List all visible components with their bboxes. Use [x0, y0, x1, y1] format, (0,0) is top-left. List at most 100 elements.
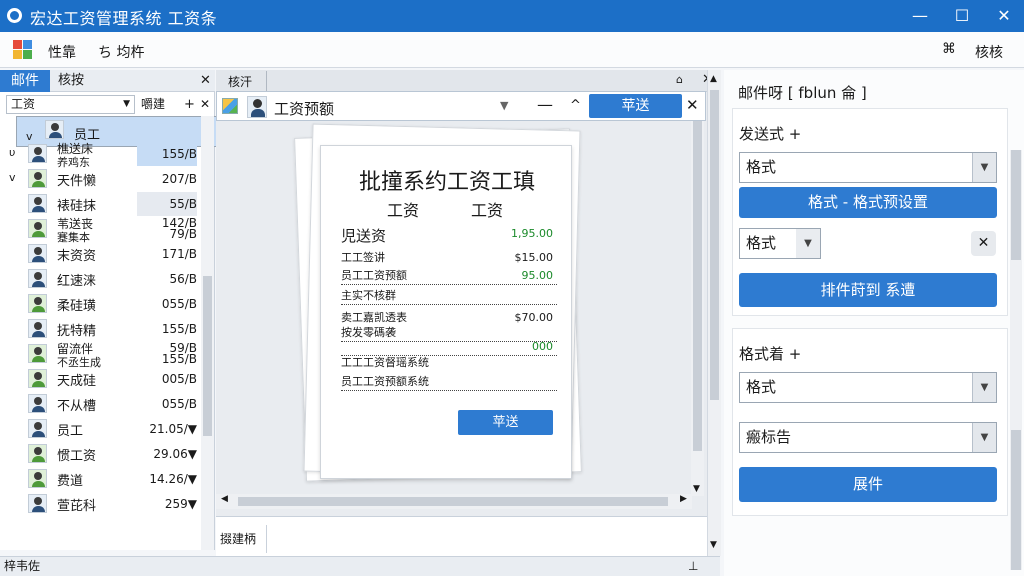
clear-filter-icon[interactable]: ✕ [200, 95, 210, 114]
employee-name: 柔硅璜 [57, 299, 97, 314]
tab-mail[interactable]: 邮件 [0, 70, 50, 92]
mail-size: 155/B [161, 147, 197, 161]
avatar [28, 369, 47, 388]
add-icon[interactable]: + [184, 95, 195, 114]
payslip-send-button[interactable]: 苹送 [458, 410, 553, 435]
avatar [28, 494, 47, 513]
scroll-thumb[interactable] [1011, 150, 1021, 260]
format-small-select[interactable]: 格式 ▼ [739, 228, 821, 259]
minimize-button[interactable]: — [898, 0, 942, 32]
list-item[interactable]: 不从槽 055/B [0, 391, 200, 417]
app-menu-icon[interactable] [13, 40, 33, 60]
scroll-down-icon[interactable]: ▼ [710, 540, 717, 550]
scroll-right-icon[interactable]: ▶ [680, 494, 687, 504]
mail-size: 171/B [161, 247, 197, 261]
send-button[interactable]: 苹送 [589, 94, 682, 118]
send-settings-panel: 邮件呀 [ fblun 侖 ] 发送式 + 格式 ▼ 格式 - 格式预设置 格式… [724, 70, 1024, 576]
payslip-line-label: 员工工资预额系统 [341, 375, 429, 388]
employee-name: 萱芘科 [57, 499, 97, 514]
list-item[interactable]: υ 樵送床 养鸡东 155/B [0, 141, 200, 169]
avatar [28, 194, 47, 213]
scroll-up-icon[interactable]: ▲ [710, 74, 717, 84]
panel-scrollbar[interactable] [1010, 150, 1022, 570]
preview-title: 工资预额 [274, 100, 335, 118]
send-mode-select[interactable]: 格式 ▼ [739, 152, 997, 183]
user-icon[interactable]: ⌘ [942, 41, 956, 57]
dotted-divider [341, 390, 557, 391]
close-window-button[interactable]: ✕ [982, 0, 1024, 32]
dropdown-icon[interactable]: ▼ [500, 99, 508, 112]
avatar [28, 469, 47, 488]
avatar [28, 294, 47, 313]
format-small-value: 格式 [746, 234, 777, 252]
pin-icon[interactable]: ⌂ [676, 73, 683, 86]
list-item[interactable]: 惯工资 29.06▼ [0, 441, 200, 467]
preview-area: 核汗 ⌂ ✕ 工资预额 ▼ — ^ 苹送 ✕ 批撞系约工资工瑱 工资 工资 児送… [216, 70, 721, 556]
window-title: 宏达工资管理系统 工资条 [30, 9, 218, 28]
payslip-line-label: 工工签讲 [341, 251, 385, 264]
filter-select[interactable]: 工资 ▼ [6, 95, 135, 114]
notice-select[interactable]: 瘢标告 ▼ [739, 422, 997, 453]
list-item[interactable]: 末资资 171/B [0, 241, 200, 267]
format-value: 格式 [746, 378, 777, 396]
close-pane-icon[interactable]: ✕ [200, 70, 211, 92]
list-item[interactable]: 苇送丧 蹇集本 142/B 79/B [0, 216, 200, 244]
mail-size: 21.05/▼ [149, 422, 197, 436]
list-item[interactable]: 员工 21.05/▼ [0, 416, 200, 442]
pin-icon[interactable]: ⊥ [688, 557, 698, 576]
maximize-button[interactable]: ☐ [940, 0, 984, 32]
format-select[interactable]: 格式 ▼ [739, 372, 997, 403]
expand-chevron-icon[interactable]: v [9, 171, 16, 184]
avatar [28, 244, 47, 263]
expand-button[interactable]: 展件 [739, 467, 997, 502]
preview-vscroll[interactable]: ▼ [691, 121, 704, 496]
format-preset-button[interactable]: 格式 - 格式预设置 [739, 187, 997, 218]
mail-size: 005/B [161, 372, 197, 386]
list-item[interactable]: 抚特精 155/B [0, 316, 200, 342]
panel-title: 邮件呀 [ fblun 侖 ] [738, 84, 867, 102]
scroll-thumb[interactable] [693, 121, 702, 451]
payslip-subtitle-a: 工资 [387, 201, 420, 220]
list-item[interactable]: 萱芘科 259▼ [0, 491, 200, 517]
avatar [28, 344, 47, 363]
employee-name: 不从槽 [57, 399, 97, 414]
mail-size: 55/B [169, 197, 197, 211]
app-window: 宏达工资管理系统 工资条 — ☐ ✕ 性靠 ち 均杵 ⌘ 核核 邮件 核按 ✕ … [0, 0, 1024, 576]
center-right-scrollbar[interactable]: ▲ ▼ [707, 70, 721, 556]
scroll-left-icon[interactable]: ◀ [221, 494, 228, 504]
list-item[interactable]: 留流伴 不丞生成 59/B 155/B [0, 341, 200, 369]
tab-preview[interactable]: 核汗 [228, 71, 268, 91]
avatar [28, 144, 47, 163]
list-item[interactable]: 费道 14.26/▼ [0, 466, 200, 492]
scroll-thumb[interactable] [710, 90, 719, 400]
list-item[interactable]: 裱硅抹 55/B [0, 191, 200, 217]
scroll-thumb[interactable] [238, 497, 668, 506]
menu-item-right[interactable]: 核核 [975, 42, 1003, 62]
expand-chevron-icon[interactable]: υ [9, 146, 15, 159]
scroll-thumb[interactable] [203, 276, 212, 436]
tab-check[interactable]: 核按 [58, 70, 84, 92]
collapse-icon[interactable]: ^ [570, 98, 581, 113]
left-scrollbar[interactable] [201, 116, 214, 550]
list-item[interactable]: v 天件懒 207/B [0, 166, 200, 192]
list-item[interactable]: 红速涞 56/B [0, 266, 200, 292]
scroll-down-icon[interactable]: ▼ [693, 484, 700, 494]
menu-item-2[interactable]: ち 均杵 [98, 42, 144, 62]
list-item[interactable]: 天成硅 005/B [0, 366, 200, 392]
channel-button[interactable]: 排件莳到 系遭 [739, 273, 997, 307]
scroll-thumb-lower[interactable] [1011, 430, 1021, 570]
close-preview-button[interactable]: ✕ [686, 96, 699, 114]
preview-hscroll[interactable]: ◀ ▶ [216, 494, 692, 509]
employee-name: 费道 [57, 474, 84, 489]
filter-label[interactable]: 嚼建 [141, 95, 165, 114]
payslip-line-value: 000 [532, 340, 553, 353]
remove-icon[interactable]: ✕ [971, 231, 996, 256]
employee-name: 抚特精 [57, 324, 97, 339]
menu-bar: 性靠 ち 均杵 ⌘ 核核 [0, 32, 1024, 68]
dotted-divider [341, 284, 557, 285]
mail-size: 055/B [161, 397, 197, 411]
minimize-preview-button[interactable]: — [537, 95, 553, 114]
list-item[interactable]: 柔硅璜 055/B [0, 291, 200, 317]
avatar [28, 269, 47, 288]
menu-item-1[interactable]: 性靠 [48, 42, 76, 62]
